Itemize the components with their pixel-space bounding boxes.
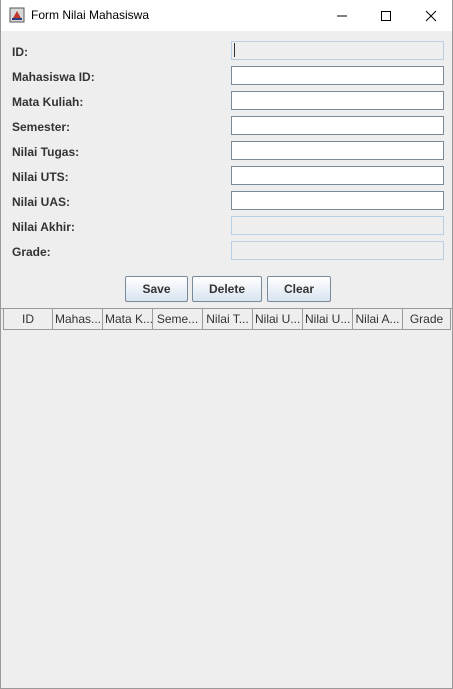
column-header-grade[interactable]: Grade — [403, 309, 451, 329]
nilai-akhir-field[interactable] — [231, 216, 444, 235]
mata-kuliah-label: Mata Kuliah: — [12, 95, 84, 109]
nilai-akhir-label: Nilai Akhir: — [12, 220, 75, 234]
main-window: Form Nilai Mahasiswa ID: Mahasiswa ID: M… — [0, 0, 453, 689]
mahasiswa-id-field[interactable] — [231, 66, 444, 85]
id-field[interactable] — [231, 41, 444, 60]
column-header-mahasiswa[interactable]: Mahas... — [53, 309, 103, 329]
text-caret — [234, 43, 235, 57]
window-title: Form Nilai Mahasiswa — [31, 8, 150, 22]
mata-kuliah-field[interactable] — [231, 91, 444, 110]
column-header-nilai-tugas[interactable]: Nilai T... — [203, 309, 253, 329]
semester-field[interactable] — [231, 116, 444, 135]
close-icon — [425, 10, 437, 22]
nilai-uts-label: Nilai UTS: — [12, 170, 69, 184]
close-button[interactable] — [408, 0, 452, 31]
delete-button[interactable]: Delete — [192, 276, 262, 302]
column-header-semester[interactable]: Seme... — [153, 309, 203, 329]
java-app-icon — [9, 7, 25, 23]
column-header-nilai-akhir[interactable]: Nilai A... — [353, 309, 403, 329]
nilai-uas-label: Nilai UAS: — [12, 195, 71, 209]
nilai-table[interactable]: ID Mahas... Mata K... Seme... Nilai T...… — [1, 308, 452, 688]
grade-label: Grade: — [12, 245, 51, 259]
title-bar[interactable]: Form Nilai Mahasiswa — [1, 0, 452, 31]
column-header-nilai-uts[interactable]: Nilai U... — [253, 309, 303, 329]
semester-label: Semester: — [12, 120, 71, 134]
column-header-mata-kuliah[interactable]: Mata K... — [103, 309, 153, 329]
mahasiswa-id-label: Mahasiswa ID: — [12, 70, 95, 84]
minimize-icon — [337, 15, 347, 17]
save-button[interactable]: Save — [125, 276, 188, 302]
nilai-uas-field[interactable] — [231, 191, 444, 210]
maximize-icon — [381, 11, 391, 21]
column-header-id[interactable]: ID — [3, 309, 53, 329]
id-label: ID: — [12, 45, 28, 59]
clear-button[interactable]: Clear — [267, 276, 331, 302]
column-header-nilai-uas[interactable]: Nilai U... — [303, 309, 353, 329]
nilai-uts-field[interactable] — [231, 166, 444, 185]
grade-field[interactable] — [231, 241, 444, 260]
minimize-button[interactable] — [319, 0, 365, 31]
maximize-button[interactable] — [363, 0, 409, 31]
table-header: ID Mahas... Mata K... Seme... Nilai T...… — [3, 309, 451, 330]
nilai-tugas-label: Nilai Tugas: — [12, 145, 80, 159]
nilai-tugas-field[interactable] — [231, 141, 444, 160]
